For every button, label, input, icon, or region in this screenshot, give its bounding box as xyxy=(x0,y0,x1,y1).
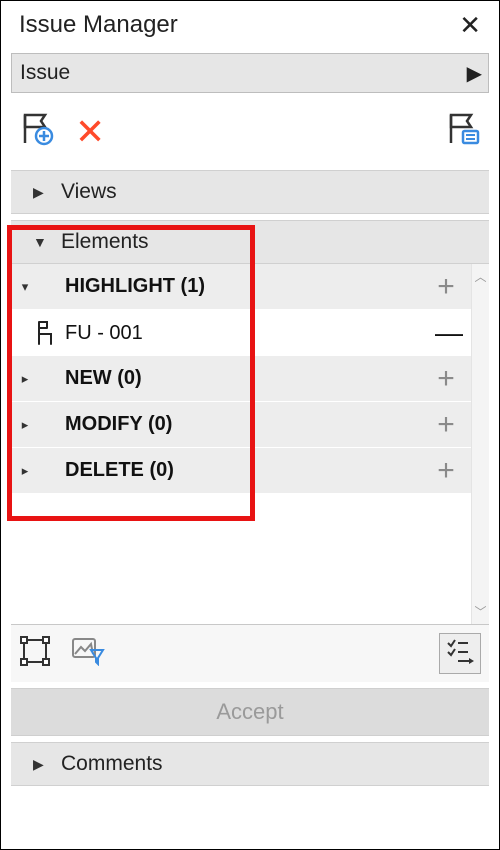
image-filter-icon[interactable] xyxy=(71,636,105,671)
group-highlight[interactable]: ▾ HIGHLIGHT (1) + xyxy=(11,264,471,310)
issue-dropdown[interactable]: Issue ▶ xyxy=(11,53,489,93)
chevron-right-icon: ▸ xyxy=(19,417,31,433)
elements-section-header[interactable]: ▼ Elements xyxy=(11,220,489,264)
group-label: DELETE (0) xyxy=(61,459,435,482)
chevron-right-icon: ▶ xyxy=(33,184,49,201)
views-section-label: Views xyxy=(61,180,117,204)
group-label: HIGHLIGHT (1) xyxy=(61,275,435,298)
views-section-header[interactable]: ▶ Views xyxy=(11,170,489,214)
comments-section-header[interactable]: ▶ Comments xyxy=(11,742,489,786)
close-icon[interactable]: ✕ xyxy=(459,12,481,38)
chair-icon xyxy=(31,320,61,346)
group-modify[interactable]: ▸ MODIFY (0) + xyxy=(11,402,471,448)
chevron-right-icon: ▸ xyxy=(19,371,31,387)
bounding-box-icon[interactable] xyxy=(19,635,51,672)
scrollbar[interactable]: ︿ ﹀ xyxy=(471,264,489,624)
group-new[interactable]: ▸ NEW (0) + xyxy=(11,356,471,402)
accept-button-label: Accept xyxy=(216,699,283,724)
window-title: Issue Manager xyxy=(19,11,178,39)
issue-dropdown-label: Issue xyxy=(20,61,70,85)
add-icon[interactable]: + xyxy=(435,454,463,488)
chevron-right-icon: ▶ xyxy=(33,756,49,773)
chevron-down-icon: ▼ xyxy=(33,234,49,250)
elements-section-label: Elements xyxy=(61,230,149,254)
checklist-icon[interactable] xyxy=(439,633,481,674)
add-flag-icon[interactable] xyxy=(19,111,55,152)
flag-details-icon[interactable] xyxy=(445,111,481,152)
add-icon[interactable]: + xyxy=(435,270,463,304)
chevron-right-icon: ▸ xyxy=(19,463,31,479)
element-item-label: FU - 001 xyxy=(61,322,435,345)
group-label: NEW (0) xyxy=(61,367,435,390)
add-icon[interactable]: + xyxy=(435,408,463,442)
remove-icon[interactable]: — xyxy=(435,317,463,349)
accept-button[interactable]: Accept xyxy=(11,688,489,736)
element-item[interactable]: FU - 001 — xyxy=(11,310,471,356)
scroll-up-icon[interactable]: ︿ xyxy=(474,268,486,285)
add-icon[interactable]: + xyxy=(435,362,463,396)
group-label: MODIFY (0) xyxy=(61,413,435,436)
comments-section-label: Comments xyxy=(61,752,163,776)
chevron-down-icon: ▾ xyxy=(19,279,31,295)
scroll-down-icon[interactable]: ﹀ xyxy=(474,603,486,620)
group-delete[interactable]: ▸ DELETE (0) + xyxy=(11,448,471,494)
cancel-icon[interactable]: ✕ xyxy=(75,114,105,150)
chevron-right-icon: ▶ xyxy=(467,61,482,86)
